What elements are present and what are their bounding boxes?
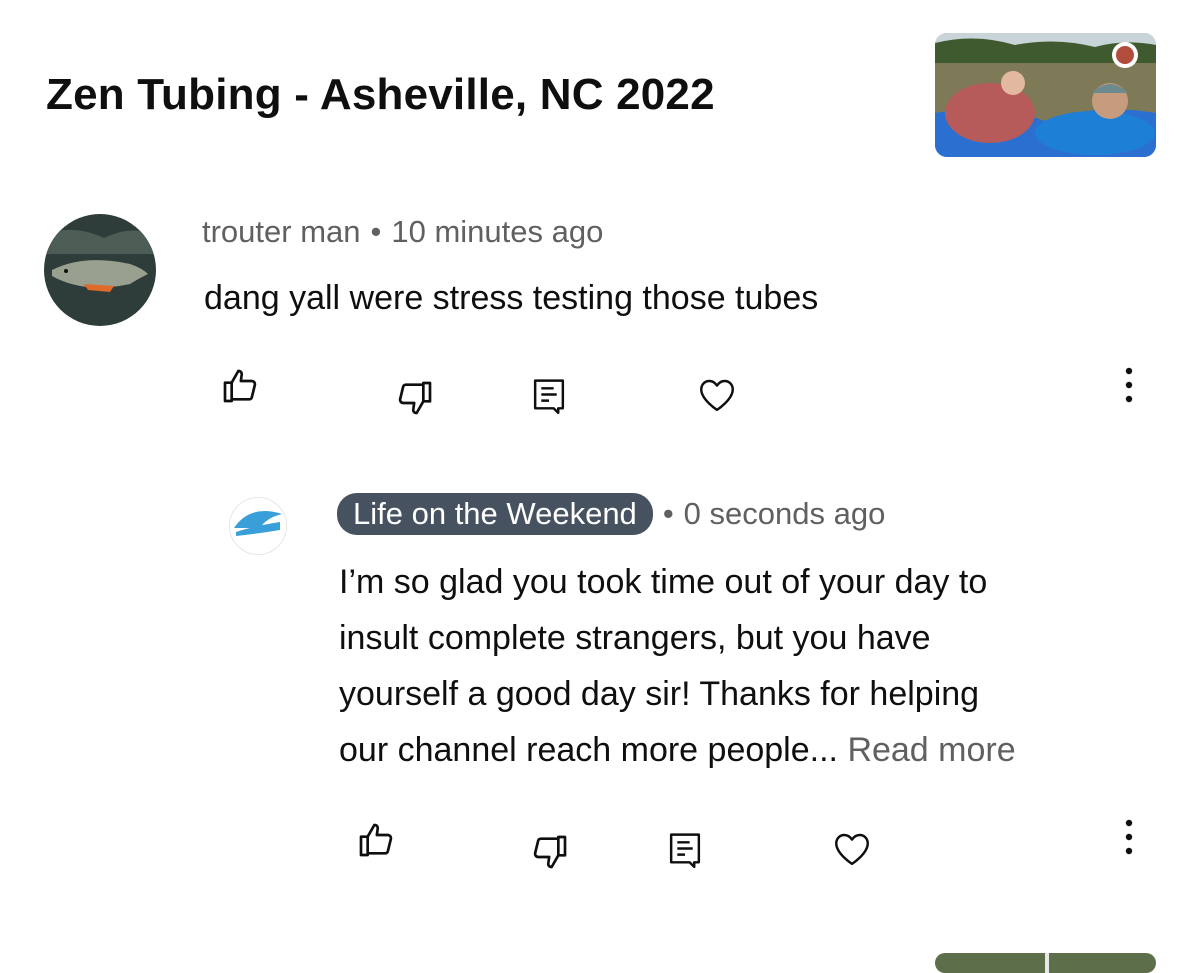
reply-text-line: insult complete strangers, but you have: [339, 619, 931, 657]
thumbs-down-icon: [533, 835, 567, 869]
reply-icon: [669, 833, 701, 869]
comment-text: dang yall were stress testing those tube…: [204, 279, 819, 317]
reply-more-options-button[interactable]: [1118, 816, 1140, 858]
heart-button[interactable]: [696, 374, 738, 416]
meta-separator: •: [662, 496, 674, 531]
reply-reply-button[interactable]: [666, 830, 704, 870]
heart-icon: [700, 379, 734, 412]
more-vert-icon: [1125, 819, 1133, 855]
read-more-link[interactable]: Read more: [847, 731, 1015, 769]
heart-icon: [835, 833, 869, 866]
reply-meta: Life on the Weekend • 0 seconds ago: [337, 492, 885, 536]
reply-icon: [533, 379, 565, 415]
video-title: Zen Tubing - Asheville, NC 2022: [46, 70, 715, 119]
next-video-thumbnail[interactable]: [935, 953, 1156, 973]
like-button[interactable]: [220, 366, 260, 406]
thumbs-up-icon: [223, 369, 257, 403]
reply-text-line: yourself a good day sir! Thanks for help…: [339, 675, 980, 713]
thumbs-down-icon: [398, 381, 432, 415]
comment-time: 10 minutes ago: [391, 214, 604, 249]
thumbs-up-icon: [359, 823, 393, 857]
reply-time: 0 seconds ago: [683, 496, 886, 531]
reply-like-button[interactable]: [356, 820, 396, 860]
reply-text: I’m so glad you took time out of your da…: [339, 554, 1159, 778]
more-vert-icon: [1125, 367, 1133, 403]
comment-meta: trouter man • 10 minutes ago: [202, 214, 603, 250]
commenter-avatar[interactable]: [44, 214, 156, 326]
reply-dislike-button[interactable]: [530, 832, 570, 872]
comment-author[interactable]: trouter man: [202, 214, 361, 249]
reply-author-avatar[interactable]: [229, 497, 287, 555]
video-thumbnail[interactable]: [935, 33, 1156, 157]
dislike-button[interactable]: [395, 378, 435, 418]
more-options-button[interactable]: [1118, 364, 1140, 406]
reply-text-line: I’m so glad you took time out of your da…: [339, 563, 988, 601]
reply-button[interactable]: [530, 376, 568, 416]
reply-heart-button[interactable]: [831, 828, 873, 870]
meta-separator: •: [370, 214, 382, 249]
channel-owner-chip[interactable]: Life on the Weekend: [337, 493, 653, 535]
reply-text-line: our channel reach more people... Read mo…: [339, 731, 1016, 769]
